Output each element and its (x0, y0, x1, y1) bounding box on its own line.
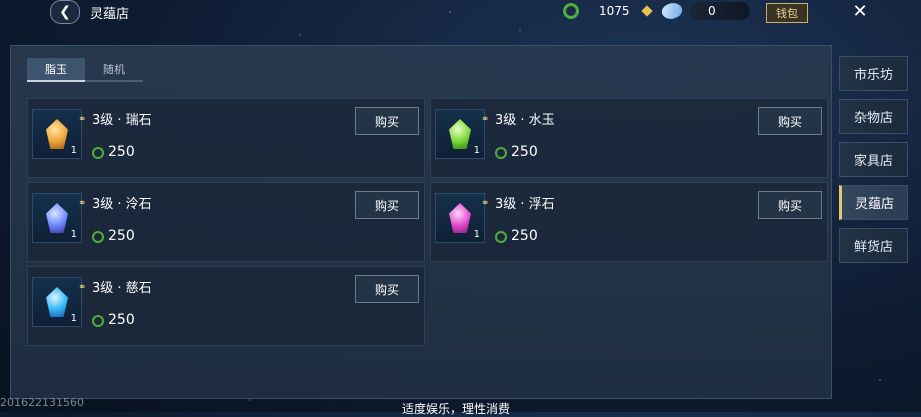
tab-zhiyu[interactable]: 脂玉 (27, 58, 85, 82)
item-count: 1 (70, 229, 77, 240)
item-price: 250 (108, 312, 135, 328)
item-name: 3级 · 瑞石 (92, 113, 152, 128)
back-button[interactable]: ❮ (50, 0, 80, 24)
item-price: 250 (108, 144, 135, 160)
sidebar-item-lingyun[interactable]: 灵蕴店 (839, 185, 908, 220)
link-icon: ⚭ (78, 114, 87, 125)
shop-panel: 脂玉 随机 ⚭ 1 3级 · 瑞石 250 购买 ⚭ 1 3级 · 水玉 250… (10, 45, 832, 399)
buy-button[interactable]: 购买 (758, 107, 822, 135)
crystal-gem-icon (659, 0, 685, 23)
jade-coin-icon (92, 315, 104, 327)
jade-coin-icon (92, 231, 104, 243)
jade-coin-icon (495, 147, 507, 159)
item-card: ⚭ 1 3级 · 慈石 250 购买 (27, 266, 425, 346)
sidebar-item-zawu[interactable]: 杂物店 (839, 99, 908, 134)
gem-balance-bar (690, 2, 750, 20)
sidebar-item-jiaju[interactable]: 家具店 (839, 142, 908, 177)
item-count: 1 (70, 145, 77, 156)
item-name: 3级 · 水玉 (495, 113, 555, 128)
item-count: 1 (473, 229, 480, 240)
magenta-stone-icon (449, 203, 471, 233)
item-count: 1 (70, 313, 77, 324)
jade-coin-icon (495, 231, 507, 243)
wallet-button[interactable]: 钱包 (766, 3, 808, 23)
buy-button[interactable]: 购买 (758, 191, 822, 219)
item-card: ⚭ 1 3级 · 水玉 250 购买 (430, 98, 828, 178)
blue-violet-stone-icon (46, 203, 68, 233)
buy-button[interactable]: 购买 (355, 191, 419, 219)
item-price: 250 (108, 228, 135, 244)
amber-stone-icon (46, 119, 68, 149)
item-slot[interactable]: ⚭ 1 (435, 193, 489, 243)
sidebar-item-xianhuo[interactable]: 鲜货店 (839, 228, 908, 263)
item-slot[interactable]: ⚭ 1 (435, 109, 489, 159)
item-card: ⚭ 1 3级 · 浮石 250 购买 (430, 182, 828, 262)
link-icon: ⚭ (78, 282, 87, 293)
gem-balance: 0 (708, 4, 716, 18)
jade-coin-icon (563, 3, 579, 19)
category-tabs: 脂玉 随机 (27, 58, 143, 82)
item-slot[interactable]: ⚭ 1 (32, 109, 86, 159)
item-name: 3级 · 浮石 (495, 197, 555, 212)
item-name: 3级 · 慈石 (92, 281, 152, 296)
buy-button[interactable]: 购买 (355, 107, 419, 135)
tab-random[interactable]: 随机 (85, 58, 143, 82)
build-id: 201622131560 (0, 396, 84, 409)
item-card: ⚭ 1 3级 · 瑞石 250 购买 (27, 98, 425, 178)
link-icon: ⚭ (481, 198, 490, 209)
jade-coin-icon (92, 147, 104, 159)
top-bar: ❮ 灵蕴店 1075 0 钱包 ✕ (0, 0, 921, 26)
cyan-stone-icon (46, 287, 68, 317)
chevron-left-icon: ❮ (59, 4, 71, 20)
item-slot[interactable]: ⚭ 1 (32, 193, 86, 243)
sidebar-item-shile[interactable]: 市乐坊 (839, 56, 908, 91)
link-icon: ⚭ (78, 198, 87, 209)
item-price: 250 (511, 228, 538, 244)
item-count: 1 (473, 145, 480, 156)
diamond-separator-icon (641, 5, 653, 17)
coin-balance: 1075 (599, 4, 630, 18)
link-icon: ⚭ (481, 114, 490, 125)
green-jade-icon (449, 119, 471, 149)
item-slot[interactable]: ⚭ 1 (32, 277, 86, 327)
health-notice: 适度娱乐，理性消费 (402, 402, 511, 416)
buy-button[interactable]: 购买 (355, 275, 419, 303)
close-button[interactable]: ✕ (846, 0, 874, 22)
item-price: 250 (511, 144, 538, 160)
item-card: ⚭ 1 3级 · 泠石 250 购买 (27, 182, 425, 262)
close-icon: ✕ (852, 0, 868, 22)
item-name: 3级 · 泠石 (92, 197, 152, 212)
page-title: 灵蕴店 (90, 7, 130, 22)
